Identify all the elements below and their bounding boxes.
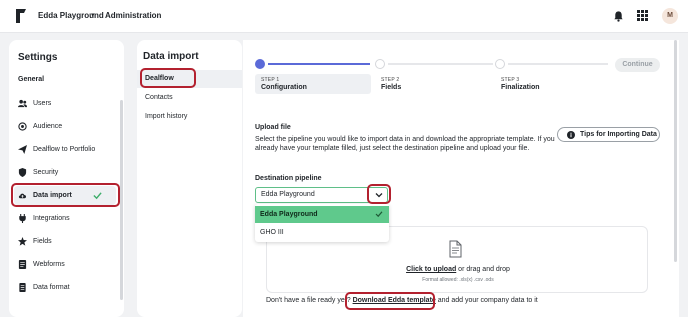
step-1-indicator [255, 59, 265, 69]
file-icon [449, 240, 462, 258]
sidebar-item-label: Audience [33, 123, 63, 130]
apps-grid-icon[interactable] [637, 10, 648, 21]
settings-title: Settings [18, 52, 58, 63]
dropdown-option-edda-playground[interactable]: Edda Playground [255, 206, 389, 223]
destination-pipeline-select[interactable]: Edda Playground [255, 187, 388, 203]
step-3-finalization: STEP 3 Finalization [495, 74, 605, 94]
step-number: STEP 2 [381, 77, 400, 83]
upload-description: Select the pipeline you would like to im… [255, 136, 555, 152]
subnav-item-import-history[interactable]: Import history [137, 108, 242, 126]
main-content: STEP 1 Configuration STEP 2 Fields STEP … [243, 40, 679, 317]
sidebar-item-data-import[interactable]: Data import [14, 186, 116, 205]
sidebar-item-label: Users [33, 100, 52, 107]
dropdown-option-gho-iii[interactable]: GHO III [255, 224, 389, 241]
main-scrollbar[interactable] [674, 40, 677, 262]
audience-icon [18, 122, 27, 131]
subnav-item-dealflow[interactable]: Dealflow [137, 70, 242, 88]
sidebar-item-label: Data format [33, 284, 70, 291]
sidebar-item-label: Fields [33, 238, 52, 245]
sidebar-item-security[interactable]: Security [14, 163, 116, 182]
page-section-title: Administration [105, 11, 162, 20]
no-file-prefix: Don't have a file ready yet? [266, 297, 351, 304]
send-icon [18, 145, 27, 154]
cloud-upload-icon [18, 193, 27, 199]
destination-pipeline-label: Destination pipeline [255, 175, 322, 182]
sidebar-item-fields[interactable]: Fields [14, 232, 116, 251]
step-number: STEP 3 [501, 77, 520, 83]
step-number: STEP 1 [261, 77, 280, 83]
step-progress-line [508, 63, 608, 65]
bell-icon[interactable] [613, 10, 624, 22]
step-2-fields: STEP 2 Fields [375, 74, 485, 94]
step-3-indicator [495, 59, 505, 69]
sidebar-item-label: Data import [33, 192, 72, 199]
star-icon [18, 237, 27, 246]
upload-file-heading: Upload file [255, 124, 291, 131]
sidebar-scrollbar[interactable] [120, 100, 123, 300]
sidebar-item-label: Webforms [33, 261, 65, 268]
step-name: Configuration [261, 84, 307, 91]
pipeline-dropdown-menu: Edda Playground GHO III [255, 204, 389, 242]
template-download-line: Don't have a file ready yet? Download Ed… [266, 297, 538, 304]
document-icon [19, 283, 26, 292]
continue-button[interactable]: Continue [615, 58, 660, 72]
sidebar-item-users[interactable]: Users [14, 94, 116, 113]
check-icon [93, 192, 102, 200]
dropzone-text: Click to upload or drag and drop [267, 266, 649, 273]
step-name: Finalization [501, 84, 540, 91]
info-icon [567, 130, 575, 139]
tips-button-label: Tips for Importing Data [580, 131, 657, 138]
sidebar-item-data-format[interactable]: Data format [14, 278, 116, 297]
avatar[interactable]: M [662, 8, 678, 24]
data-import-nav: Data import Dealflow Contacts Import his… [137, 40, 242, 317]
edda-logo[interactable] [15, 8, 27, 24]
subnav-item-contacts[interactable]: Contacts [137, 89, 242, 107]
plug-icon [19, 214, 26, 223]
format-allowed-text: Format allowed: .xls(x) .csv .ods [422, 277, 494, 283]
sidebar-item-label: Integrations [33, 215, 70, 222]
step-1-configuration: STEP 1 Configuration [255, 74, 371, 94]
no-file-suffix: and add your company data to it [435, 297, 538, 304]
step-progress-line [388, 63, 493, 65]
check-icon [375, 211, 383, 218]
sidebar-item-audience[interactable]: Audience [14, 117, 116, 136]
option-label: Edda Playground [260, 211, 318, 218]
step-2-indicator [375, 59, 385, 69]
top-bar: Edda Playground ▾ Administration M [0, 0, 688, 33]
sidebar-item-webforms[interactable]: Webforms [14, 255, 116, 274]
data-import-title: Data import [143, 51, 199, 62]
settings-sidebar: Settings General Users Audience Dealflow… [9, 40, 124, 317]
chevron-down-icon [375, 193, 383, 198]
drop-text-suffix: or drag and drop [456, 266, 510, 273]
sidebar-item-integrations[interactable]: Integrations [14, 209, 116, 228]
general-group-label: General [18, 76, 45, 83]
sidebar-item-label: Dealflow to Portfolio [33, 146, 96, 153]
step-name: Fields [381, 84, 402, 91]
form-icon [18, 260, 27, 269]
option-label: GHO III [260, 229, 284, 236]
sidebar-item-label: Security [33, 169, 59, 176]
download-template-link[interactable]: Download Edda template [353, 297, 436, 304]
shield-icon [18, 168, 27, 177]
select-toggle-button[interactable] [371, 187, 387, 203]
click-to-upload-link[interactable]: Click to upload [406, 266, 456, 273]
chevron-down-icon[interactable]: ▾ [91, 11, 95, 19]
tips-button[interactable]: Tips for Importing Data [557, 127, 660, 142]
step-progress-line [268, 63, 370, 65]
users-icon [18, 99, 27, 108]
sidebar-item-dealflow-to-portfolio[interactable]: Dealflow to Portfolio [14, 140, 116, 159]
